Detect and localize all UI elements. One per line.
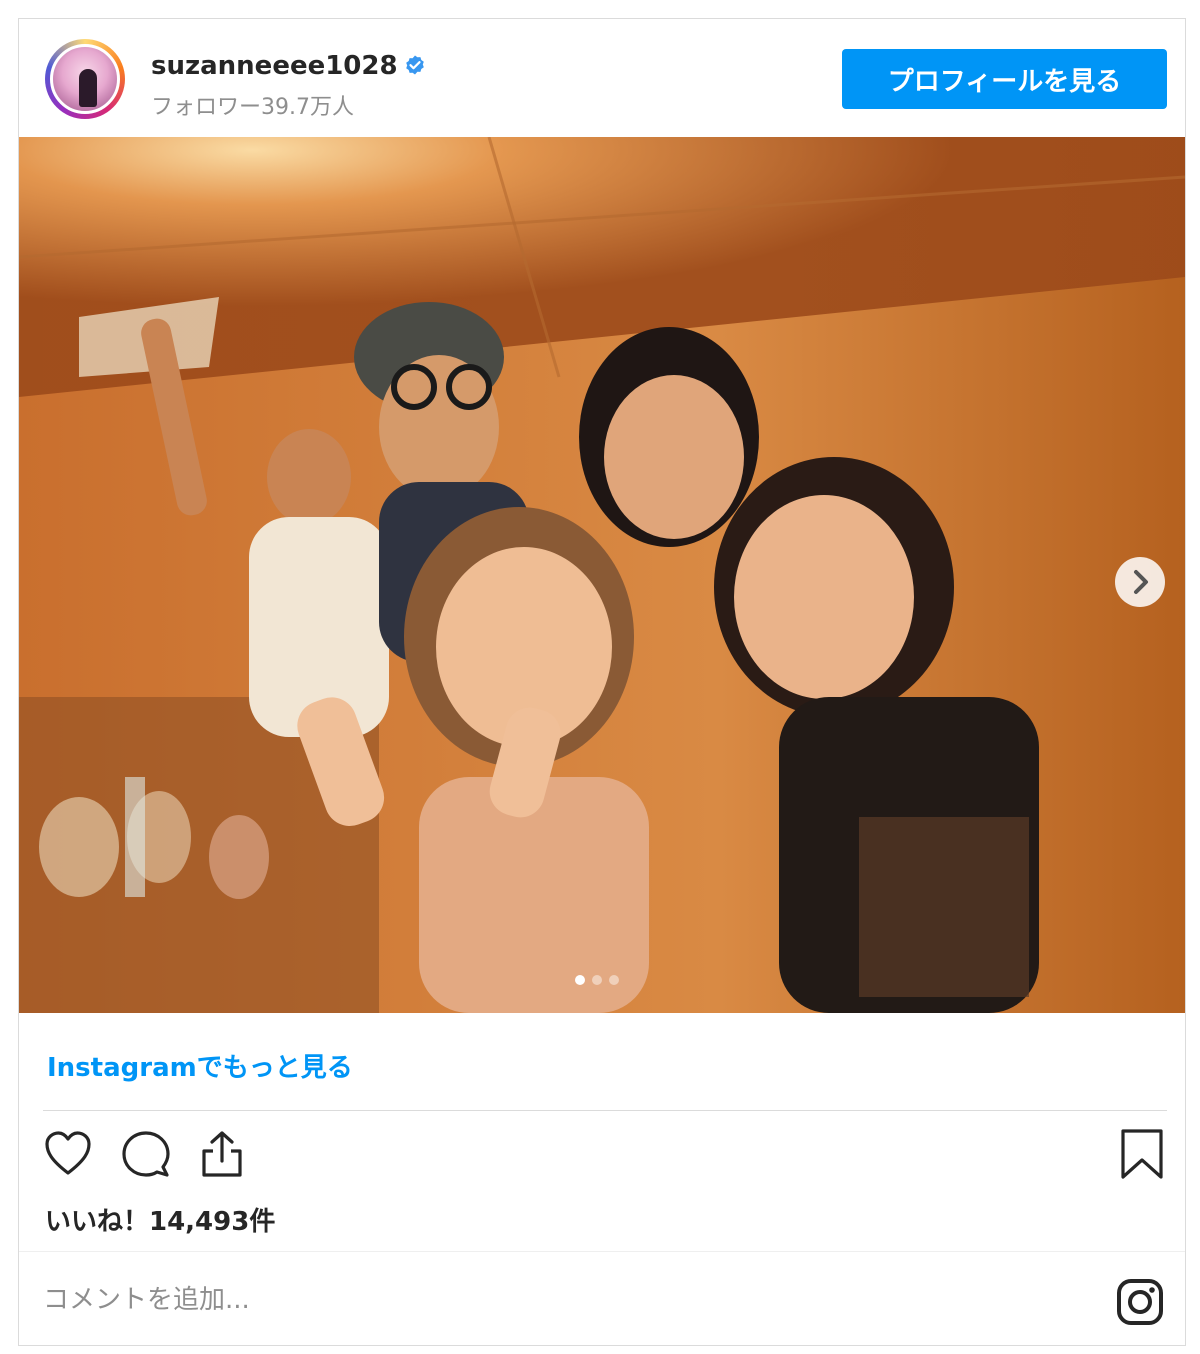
divider xyxy=(43,1110,1167,1111)
carousel-next-button[interactable] xyxy=(1115,557,1165,607)
comment-icon[interactable] xyxy=(119,1127,173,1181)
username[interactable]: suzanneeee1028 xyxy=(151,51,398,81)
instagram-icon[interactable] xyxy=(1115,1277,1165,1327)
view-profile-button[interactable]: プロフィールを見る xyxy=(842,49,1167,109)
divider xyxy=(19,1251,1185,1252)
follower-count: フォロワー39.7万人 xyxy=(151,95,354,120)
post-header: suzanneeee1028 フォロワー39.7万人 プロフィールを見る xyxy=(19,19,1185,137)
comment-input[interactable] xyxy=(41,1271,1065,1329)
avatar[interactable] xyxy=(45,39,125,119)
chevron-right-icon xyxy=(1134,570,1148,594)
group-photo-image xyxy=(19,137,1185,1013)
avatar-image xyxy=(50,44,120,114)
view-more-on-instagram-link[interactable]: Instagramでもっと見る xyxy=(47,1047,353,1084)
instagram-embed-card: suzanneeee1028 フォロワー39.7万人 プロフィールを見る Ins… xyxy=(18,18,1186,1346)
like-count[interactable]: いいね！14,493件 xyxy=(45,1201,275,1238)
carousel-dot xyxy=(592,975,602,985)
bookmark-icon[interactable] xyxy=(1115,1127,1169,1181)
heart-icon[interactable] xyxy=(41,1127,95,1181)
action-bar xyxy=(19,1127,1185,1187)
carousel-dot xyxy=(575,975,585,985)
verified-badge-icon xyxy=(406,55,424,75)
share-icon[interactable] xyxy=(195,1127,249,1181)
carousel-dot xyxy=(609,975,619,985)
carousel-indicator xyxy=(575,970,626,985)
post-photo[interactable] xyxy=(19,137,1185,1013)
